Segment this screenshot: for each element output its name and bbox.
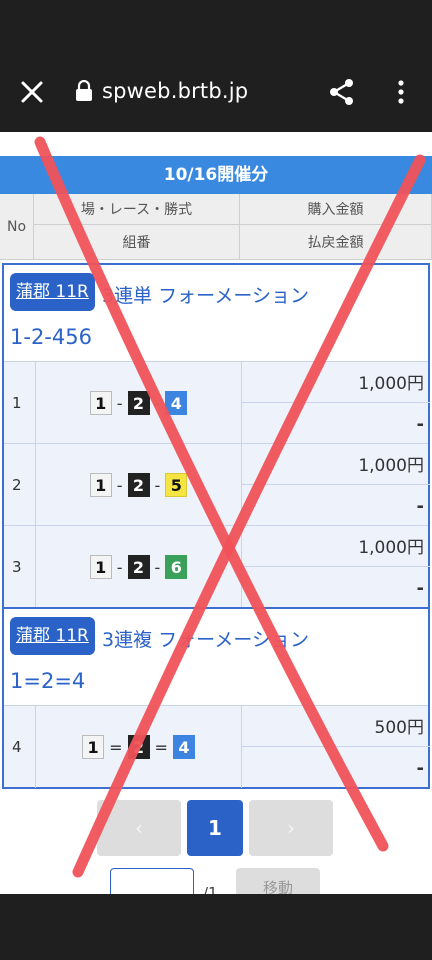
boat-number: 5 [165,473,188,497]
bet-type: 3連単 フォーメーション [102,285,309,307]
table-row: 2 1 - 2 - 5 1,000円 - [4,443,430,526]
separator: - [116,393,123,413]
close-icon[interactable] [16,76,48,108]
table-row: 1 1 - 2 - 4 1,000円 - [4,361,430,444]
boat-number: 1 [89,555,112,579]
boat-number: 6 [165,555,188,579]
table-header: No 場・レース・勝式 購入金額 組番 払戻金額 [0,194,432,260]
more-vert-icon[interactable] [392,76,410,108]
row-number: 1 [4,362,36,444]
boat-combination: 1 - 2 - 6 [36,526,242,608]
row-number: 2 [4,444,36,526]
current-page-button[interactable]: 1 [187,800,243,856]
boat-number: 2 [127,555,150,579]
pagination: ‹ 1 › [0,800,432,856]
bet-group-header: 蒲郡 11R 3連複 フォーメーション 1=2=4 [4,609,428,705]
payout-amount: - [416,578,424,599]
boat-number: 4 [172,735,195,759]
lock-icon [76,80,92,101]
col-race: 場・レース・勝式 [34,194,240,225]
separator: - [116,557,123,577]
boat-number: 1 [89,473,112,497]
boat-number: 1 [82,735,105,759]
col-combination: 組番 [34,225,240,260]
bet-group: 蒲郡 11R 3連複 フォーメーション 1=2=4 4 1 = 2 = 4 50… [2,607,430,789]
col-payout: 払戻金額 [240,225,432,260]
separator: - [154,475,161,495]
page-number-input[interactable] [110,868,194,894]
boat-number: 2 [127,735,150,759]
purchase-amount: 1,000円 [242,526,430,567]
separator: - [154,557,161,577]
boat-number: 2 [127,473,150,497]
boat-combination: 1 - 2 - 4 [36,362,242,444]
navigation-bar [0,894,432,960]
share-icon[interactable] [326,76,358,108]
col-no: No [0,194,34,260]
boat-number: 1 [89,391,112,415]
separator: = [109,737,123,757]
purchase-amount: 1,000円 [242,444,430,485]
boat-combination: 1 = 2 = 4 [36,706,242,788]
boat-combination: 1 - 2 - 5 [36,444,242,526]
prev-page-button[interactable]: ‹ [97,800,181,856]
separator: - [154,393,161,413]
separator: = [154,737,168,757]
col-purchase: 購入金額 [240,194,432,225]
bet-type: 3連複 フォーメーション [102,629,309,651]
date-header: 10/16開催分 [0,156,432,194]
purchase-amount: 500円 [242,706,430,747]
browser-toolbar: spweb.brtb.jp [0,52,432,132]
race-badge-link[interactable]: 蒲郡 11R [10,617,95,655]
bet-group: 蒲郡 11R 3連単 フォーメーション 1-2-456 1 1 - 2 - 4 … [2,263,430,609]
bet-group-header: 蒲郡 11R 3連単 フォーメーション 1-2-456 [4,265,428,361]
url-text[interactable]: spweb.brtb.jp [102,79,248,103]
race-badge-link[interactable]: 蒲郡 11R [10,273,95,311]
move-button[interactable]: 移動 [236,868,320,894]
page-total: /1 [203,884,218,894]
status-bar [0,0,432,52]
boat-number: 4 [165,391,188,415]
next-page-button[interactable]: › [249,800,333,856]
combination-summary: 1-2-456 [10,325,92,349]
combination-summary: 1=2=4 [10,669,86,693]
table-row: 4 1 = 2 = 4 500円 - [4,705,430,788]
table-row: 3 1 - 2 - 6 1,000円 - [4,525,430,608]
separator: - [116,475,123,495]
boat-number: 2 [127,391,150,415]
row-number: 3 [4,526,36,608]
payout-amount: - [416,758,424,779]
purchase-amount: 1,000円 [242,362,430,403]
payout-amount: - [416,496,424,517]
payout-amount: - [416,414,424,435]
web-page: 10/16開催分 No 場・レース・勝式 購入金額 組番 払戻金額 蒲郡 11R… [0,132,432,894]
row-number: 4 [4,706,36,788]
